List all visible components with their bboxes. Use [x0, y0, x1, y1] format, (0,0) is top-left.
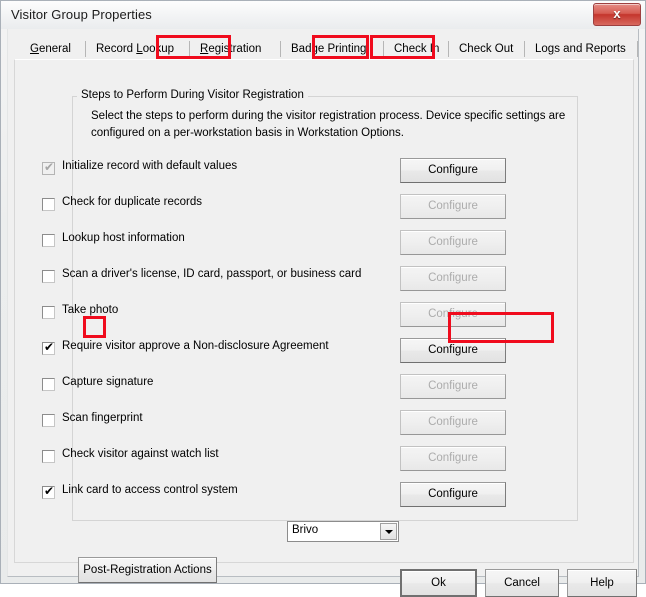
tab-label: Logs and Reports: [535, 43, 626, 55]
access-control-system-dropdown[interactable]: Brivo: [287, 521, 399, 542]
tab-separator: [383, 41, 384, 57]
checkbox-box: ✔: [42, 160, 55, 175]
checkmark-icon: ✔: [44, 160, 55, 174]
step-label: Initialize record with default values: [62, 160, 238, 172]
step-row: ✔ Link card to access control system Confi…: [15, 480, 521, 510]
tab-separator: [280, 41, 281, 57]
step-label: Check visitor against watch list: [62, 448, 219, 460]
step-row: Check for duplicate records Configure: [15, 192, 521, 222]
checkbox-check-visitor-against-watch-list[interactable]: [42, 450, 55, 463]
tab-separator: [524, 41, 525, 57]
checkbox-scan-fingerprint[interactable]: [42, 414, 55, 427]
title-bar: Visitor Group Properties x: [1, 1, 645, 29]
step-label: Require visitor approve a Non-disclosure…: [62, 340, 329, 352]
step-row: Take photo Configure: [15, 300, 521, 330]
dialog-window: Visitor Group Properties x General Record…: [0, 0, 646, 597]
tab-strip: General Record Lookup Registration Badge Pr…: [14, 37, 638, 60]
configure-button: Configure: [400, 374, 506, 399]
steps-group-title: Steps to Perform During Visitor Registra…: [77, 89, 308, 101]
step-row: ✔ Require visitor approve a Non-disclosur…: [15, 336, 521, 366]
help-button[interactable]: Help: [567, 569, 637, 597]
dialog-client-area: General Record Lookup Registration Badge Pr…: [7, 29, 639, 597]
step-label: Take photo: [62, 304, 119, 316]
step-label: Capture signature: [62, 376, 154, 388]
cancel-button[interactable]: Cancel: [485, 569, 559, 597]
tab-panel-registration: Steps to Perform During Visitor Registra…: [14, 59, 634, 583]
step-label: Check for duplicate records: [62, 196, 202, 208]
checkbox-scan-a-driver-s-license-id-card-passport[interactable]: [42, 270, 55, 283]
configure-button: Configure: [400, 446, 506, 471]
checkbox-box: ✔: [42, 340, 55, 355]
tab-separator: [637, 41, 638, 57]
tab-label: Registration: [200, 43, 262, 55]
tab-label: General: [30, 43, 71, 55]
checkbox-box: ✔: [42, 484, 55, 499]
checkbox-check-for-duplicate-records[interactable]: [42, 198, 55, 211]
tab-separator: [448, 41, 449, 57]
checkmark-icon: ✔: [44, 484, 55, 498]
tab-check-in[interactable]: Check In: [386, 39, 449, 60]
tab-badge-printing[interactable]: Badge Printing: [283, 39, 384, 60]
configure-button: Configure: [400, 230, 506, 255]
checkbox-box: [42, 450, 55, 463]
checkmark-icon: ✔: [44, 340, 55, 354]
chevron-down-icon[interactable]: [380, 523, 397, 540]
tab-label: Check In: [394, 43, 440, 55]
step-row: Scan fingerprint Configure: [15, 408, 521, 438]
checkbox-take-photo[interactable]: [42, 306, 55, 319]
configure-button[interactable]: Configure: [400, 482, 506, 507]
step-label: Lookup host information: [62, 232, 185, 244]
configure-button[interactable]: Configure: [400, 158, 506, 183]
step-label: Scan fingerprint: [62, 412, 143, 424]
checkbox-lookup-host-information[interactable]: [42, 234, 55, 247]
checkbox-box: [42, 270, 55, 283]
tab-label: Badge Printing: [291, 43, 367, 55]
tab-record-lookup[interactable]: Record Lookup: [88, 39, 190, 60]
configure-button: Configure: [400, 194, 506, 219]
post-registration-actions-button[interactable]: Post-Registration Actions: [78, 557, 217, 583]
window-title: Visitor Group Properties: [11, 7, 152, 22]
tab-separator: [85, 41, 86, 57]
checkbox-box: [42, 198, 55, 211]
checkbox-box: [42, 414, 55, 427]
checkbox-link-card-to-access-control-system[interactable]: ✔: [42, 484, 55, 499]
step-row: Lookup host information Configure: [15, 228, 521, 258]
checkbox-box: [42, 306, 55, 319]
step-label: Scan a driver's license, ID card, passpo…: [62, 268, 362, 280]
tab-check-out[interactable]: Check Out: [451, 39, 525, 60]
checkbox-box: [42, 234, 55, 247]
tab-general[interactable]: General: [22, 39, 86, 60]
step-row: Check visitor against watch list Configur…: [15, 444, 521, 474]
step-label: Link card to access control system: [62, 484, 238, 496]
close-icon: x: [613, 6, 621, 21]
step-row: ✔ Initialize record with default values Co…: [15, 156, 521, 186]
close-button[interactable]: x: [593, 3, 641, 26]
tab-logs-and-reports[interactable]: Logs and Reports: [527, 39, 638, 60]
access-control-system-value: Brivo: [292, 524, 319, 536]
checkbox-capture-signature[interactable]: [42, 378, 55, 391]
checkbox-initialize-record-with-default-values: ✔: [42, 160, 55, 175]
tab-registration[interactable]: Registration: [192, 39, 281, 60]
configure-button: Configure: [400, 266, 506, 291]
step-row: Scan a driver's license, ID card, passpo…: [15, 264, 521, 294]
configure-button: Configure: [400, 302, 506, 327]
configure-button[interactable]: Configure: [400, 338, 506, 363]
checkbox-box: [42, 378, 55, 391]
tab-label: Record Lookup: [96, 43, 175, 55]
ok-button[interactable]: Ok: [400, 569, 477, 597]
configure-button: Configure: [400, 410, 506, 435]
tab-separator: [189, 41, 190, 57]
steps-group-description: Select the steps to perform during the v…: [91, 110, 566, 139]
tab-label: Check Out: [459, 43, 514, 55]
step-row: Capture signature Configure: [15, 372, 521, 402]
checkbox-require-visitor-approve-a-non-disclosure[interactable]: ✔: [42, 340, 55, 355]
